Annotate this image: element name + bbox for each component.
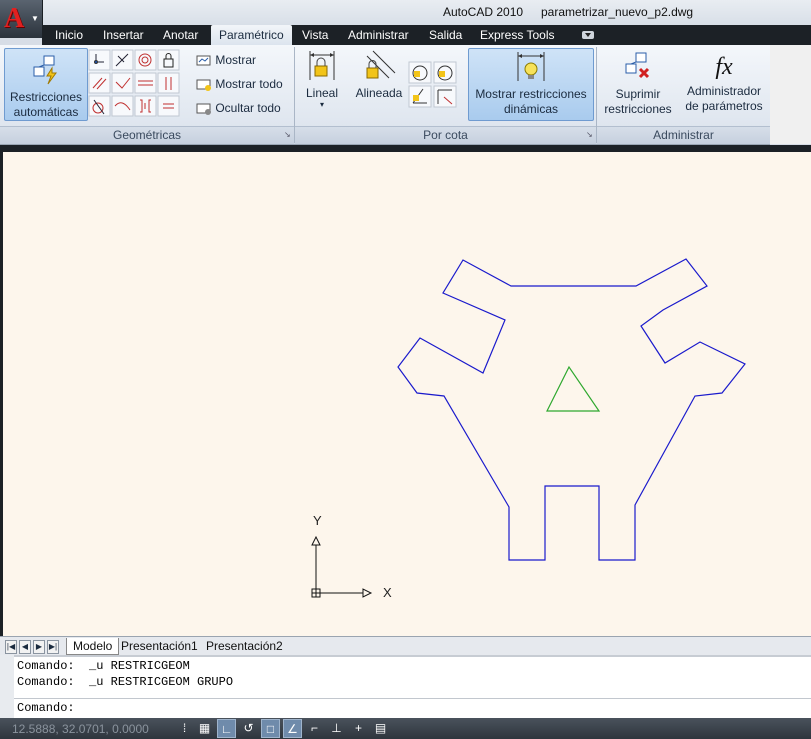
layout-tab-presentation1[interactable]: Presentación1 <box>121 638 198 654</box>
next-layout-icon[interactable]: ▶ <box>33 640 45 654</box>
window-title-file: parametrizar_nuevo_p2.dwg <box>541 5 694 19</box>
ribbon-empty-area <box>770 45 811 144</box>
tab-vista[interactable]: Vista <box>302 25 328 45</box>
lineweight-icon[interactable]: + <box>349 719 368 738</box>
grid-icon[interactable]: ▦ <box>195 719 214 738</box>
fx-icon: fx <box>715 54 733 80</box>
linear-dropdown-icon[interactable]: ▾ <box>300 101 344 109</box>
tab-insertar[interactable]: Insertar <box>103 25 144 45</box>
parameters-manager-label: Administrador de parámetros <box>685 84 763 113</box>
osnap-icon[interactable]: □ <box>261 719 280 738</box>
command-prompt[interactable]: Comando: <box>17 701 75 715</box>
constraint-triangle[interactable] <box>546 365 601 412</box>
first-layout-icon[interactable]: |◀ <box>5 640 17 654</box>
coordinate-readout[interactable]: 12.5888, 32.0701, 0.0000 <box>12 722 149 736</box>
panel-launcher-icon[interactable]: ↘ <box>586 130 593 139</box>
panel-title-geometricas[interactable]: Geométricas <box>0 126 294 144</box>
tab-parametrico[interactable]: Paramétrico <box>211 25 292 45</box>
autocad-logo-icon: A <box>4 3 25 34</box>
quick-properties-icon[interactable]: ▤ <box>371 719 390 738</box>
panel-title-por-cota-label: Por cota <box>423 128 468 142</box>
delete-constraints-button[interactable]: Suprimir restricciones <box>602 48 674 119</box>
hide-all-constraints-button[interactable]: Ocultar todo <box>196 98 281 118</box>
dynamic-constraints-icon <box>517 52 545 81</box>
panel-launcher-icon[interactable]: ↘ <box>284 130 291 139</box>
drawing-svg <box>311 258 746 598</box>
ribbon: Restricciones automáticas Mostrar Mostra… <box>0 45 770 145</box>
hide-all-icon <box>196 103 211 115</box>
show-dynamic-label: Mostrar restricciones dinámicas <box>475 87 587 116</box>
dynamic-input-icon[interactable]: ⊥ <box>327 719 346 738</box>
show-all-label: Mostrar todo <box>215 77 283 91</box>
show-constraints-button[interactable]: Mostrar <box>196 50 256 70</box>
panel-title-por-cota[interactable]: Por cota <box>295 126 596 144</box>
application-menu-button[interactable]: A ▼ <box>0 0 43 38</box>
tab-inicio[interactable]: Inicio <box>55 25 83 45</box>
part-outline[interactable] <box>397 258 746 561</box>
linear-dimension-icon <box>309 51 335 80</box>
linear-label: Lineal <box>305 86 339 100</box>
geometric-constraints-grid <box>88 49 180 117</box>
show-dynamic-constraints-button[interactable]: Mostrar restricciones dinámicas <box>468 48 594 121</box>
dynamic-ucs-icon[interactable]: ⌐ <box>305 719 324 738</box>
layout-tab-model[interactable]: Modelo <box>66 638 120 655</box>
aligned-dimension-icon <box>366 50 396 79</box>
tab-express-tools[interactable]: Express Tools <box>480 25 554 45</box>
hide-all-label: Ocultar todo <box>215 101 281 115</box>
dimension-types-grid <box>408 61 457 108</box>
ucs-y-label: Y <box>313 513 322 528</box>
show-icon <box>196 55 211 66</box>
polar-icon[interactable]: ↺ <box>239 719 258 738</box>
layout-tab-bar: |◀ ◀ ▶ ▶| Modelo Presentación1 Presentac… <box>0 636 811 655</box>
command-history-line: Comando: _u RESTRICGEOM GRUPO <box>17 675 234 689</box>
auto-constrain-icon <box>33 55 57 85</box>
command-window-grip[interactable] <box>0 655 14 718</box>
layout-tab-presentation2[interactable]: Presentación2 <box>206 638 283 654</box>
chevron-down-icon: ▼ <box>31 14 39 23</box>
command-history-line: Comando: _u RESTRICGEOM <box>17 659 190 673</box>
tab-anotar[interactable]: Anotar <box>163 25 198 45</box>
show-label: Mostrar <box>215 53 257 67</box>
panel-title-administrar-label: Administrar <box>653 128 714 142</box>
show-all-icon <box>196 79 211 91</box>
drawing-canvas[interactable]: Y X <box>3 152 811 636</box>
delete-constraints-icon <box>625 52 650 79</box>
tab-salida[interactable]: Salida <box>429 25 462 45</box>
infer-constraints-icon[interactable]: ⁞ <box>175 719 194 738</box>
ucs-icon <box>311 535 373 598</box>
delete-constraints-label: Suprimir restricciones <box>604 87 672 116</box>
auto-constrain-button[interactable]: Restricciones automáticas <box>4 48 88 121</box>
aligned-dimension-button[interactable]: Alineada <box>352 48 406 116</box>
command-divider <box>14 698 811 699</box>
ribbon-tab-bar: Inicio Insertar Anotar Paramétrico Vista… <box>42 25 811 45</box>
ribbon-options-icon[interactable] <box>582 31 594 39</box>
ucs-x-label: X <box>383 585 392 600</box>
tab-administrar[interactable]: Administrar <box>348 25 409 45</box>
panel-title-geometricas-label: Geométricas <box>112 128 182 142</box>
ortho-icon[interactable]: ∟ <box>217 719 236 738</box>
window-title-app: AutoCAD 2010 <box>443 5 524 19</box>
prev-layout-icon[interactable]: ◀ <box>19 640 31 654</box>
aligned-label: Alineada <box>355 86 403 100</box>
otrack-icon[interactable]: ∠ <box>283 719 302 738</box>
linear-dimension-button[interactable]: Lineal ▾ <box>300 48 344 116</box>
parameters-manager-button[interactable]: fx Administrador de parámetros <box>680 48 768 119</box>
auto-constrain-label: Restricciones automáticas <box>9 90 83 119</box>
last-layout-icon[interactable]: ▶| <box>47 640 59 654</box>
show-all-constraints-button[interactable]: Mostrar todo <box>196 74 283 94</box>
panel-title-administrar[interactable]: Administrar <box>597 126 770 144</box>
